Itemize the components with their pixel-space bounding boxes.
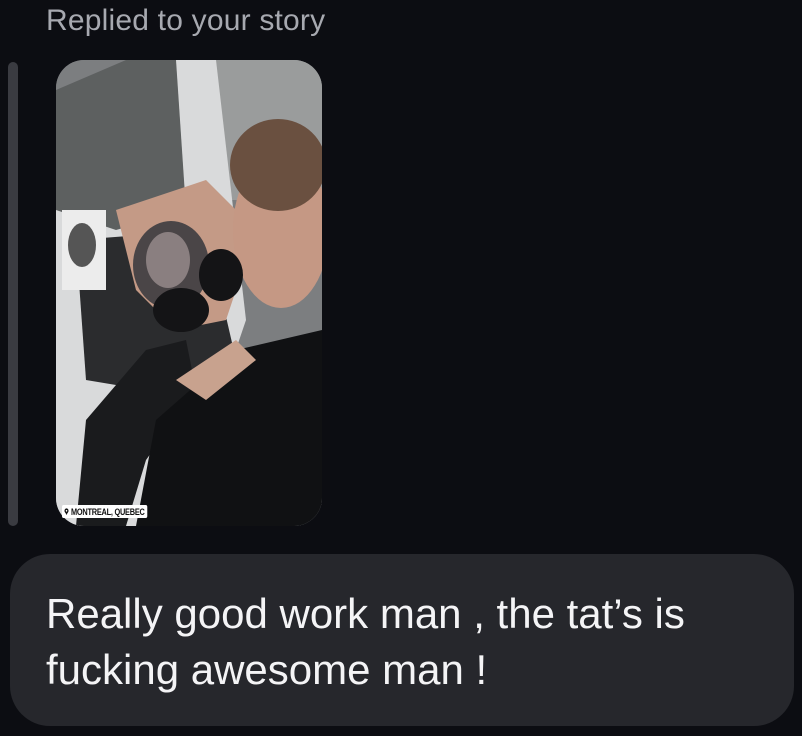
map-pin-icon xyxy=(64,508,69,515)
location-tag: MONTREAL, QUEBEC xyxy=(62,505,148,518)
message-text: Really good work man , the tat’s is fuck… xyxy=(46,590,685,693)
message-bubble[interactable]: Really good work man , the tat’s is fuck… xyxy=(10,554,794,726)
location-label: MONTREAL, QUEBEC xyxy=(71,506,145,517)
reply-label: Replied to your story xyxy=(46,4,326,37)
story-photo xyxy=(56,60,322,526)
story-thumbnail[interactable] xyxy=(56,60,322,526)
quote-bar xyxy=(8,62,18,526)
